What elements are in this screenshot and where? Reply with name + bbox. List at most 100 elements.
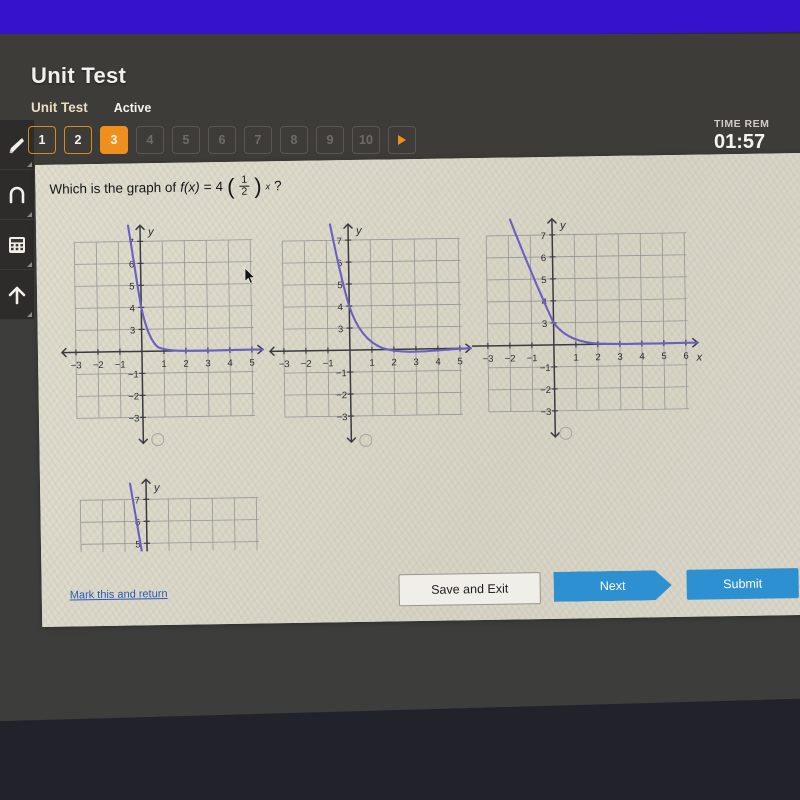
graph-b-svg: −3 −2 −1 123 45 765 43 −1−2−3 y bbox=[268, 223, 473, 444]
graph-b-y-label: y bbox=[355, 225, 363, 237]
time-remaining-value: 01:57 bbox=[714, 131, 766, 153]
svg-text:2: 2 bbox=[183, 359, 188, 370]
assignment-subheader: Unit Test Active bbox=[31, 100, 151, 115]
svg-text:3: 3 bbox=[542, 319, 547, 330]
question-coefficient: 4 bbox=[215, 179, 224, 195]
calculator-tool-button[interactable] bbox=[0, 220, 34, 270]
mouse-cursor bbox=[244, 267, 256, 284]
graph-a-curve bbox=[126, 224, 264, 352]
graph-c-grid bbox=[485, 232, 689, 413]
svg-text:7: 7 bbox=[337, 236, 342, 247]
undo-tool-button[interactable] bbox=[0, 170, 34, 220]
svg-text:−1: −1 bbox=[527, 353, 538, 364]
svg-text:−1: −1 bbox=[115, 360, 126, 371]
svg-text:3: 3 bbox=[130, 325, 135, 336]
scroll-top-button[interactable] bbox=[0, 270, 34, 320]
answer-graph-c[interactable]: −3 −2 −1 123 456 765 43 −1 −2 −3 y x bbox=[468, 203, 707, 457]
svg-text:4: 4 bbox=[435, 357, 440, 368]
svg-text:1: 1 bbox=[369, 358, 374, 369]
svg-text:2: 2 bbox=[391, 357, 396, 368]
graph-d-svg: 765 y bbox=[79, 478, 260, 553]
svg-text:4: 4 bbox=[639, 351, 644, 362]
question-suffix: ? bbox=[273, 178, 282, 194]
svg-text:5: 5 bbox=[249, 358, 254, 369]
question-function-name: f(x) bbox=[180, 179, 200, 195]
question-nav-item-6[interactable]: 6 bbox=[208, 126, 236, 154]
graph-a-grid bbox=[73, 239, 255, 419]
svg-text:5: 5 bbox=[661, 351, 666, 362]
question-prefix: Which is the graph of bbox=[49, 179, 177, 197]
svg-text:−2: −2 bbox=[301, 359, 312, 370]
svg-text:2: 2 bbox=[595, 352, 600, 363]
svg-text:−3: −3 bbox=[128, 413, 139, 424]
svg-text:1: 1 bbox=[573, 352, 578, 363]
question-nav-item-1[interactable]: 1 bbox=[28, 126, 56, 154]
question-panel: Which is the graph of f(x) = 4 ( 1 2 ) x… bbox=[35, 152, 800, 627]
graph-c-x-label: x bbox=[696, 352, 703, 364]
svg-text:−3: −3 bbox=[540, 407, 551, 418]
arrow-up-icon bbox=[6, 284, 28, 306]
photographed-screen: Unit Test Unit Test Active 1 2 3 4 5 6 7… bbox=[0, 0, 800, 800]
question-nav-item-10[interactable]: 10 bbox=[352, 126, 380, 154]
next-button[interactable]: Next bbox=[553, 570, 671, 602]
fraction-denominator: 2 bbox=[241, 185, 248, 198]
highlighter-icon bbox=[6, 134, 28, 156]
graph-b-grid bbox=[281, 237, 463, 418]
svg-text:−3: −3 bbox=[336, 412, 347, 423]
svg-text:−2: −2 bbox=[128, 391, 139, 402]
svg-text:3: 3 bbox=[413, 357, 418, 368]
graph-c-svg: −3 −2 −1 123 456 765 43 −1−2−3 y x bbox=[471, 217, 703, 438]
answer-graph-d[interactable]: 765 y bbox=[62, 461, 275, 553]
svg-text:6: 6 bbox=[541, 253, 546, 264]
left-paren: ( bbox=[226, 173, 235, 199]
svg-text:4: 4 bbox=[338, 302, 343, 313]
graph-d-grid bbox=[79, 497, 260, 553]
question-nav-item-2[interactable]: 2 bbox=[64, 126, 92, 154]
question-nav-item-4[interactable]: 4 bbox=[136, 126, 164, 154]
svg-text:1: 1 bbox=[161, 359, 166, 370]
answer-graph-a[interactable]: −3−2−1 123 45 765 430 −1−2−3 2 y bbox=[56, 209, 272, 462]
svg-text:4: 4 bbox=[227, 358, 232, 369]
breadcrumb: Unit Test bbox=[31, 100, 88, 115]
question-nav-item-8[interactable]: 8 bbox=[280, 126, 308, 154]
svg-text:3: 3 bbox=[338, 324, 343, 335]
graph-a-svg: −3−2−1 123 45 765 430 −1−2−3 2 y bbox=[60, 224, 265, 445]
question-text: Which is the graph of f(x) = 4 ( 1 2 ) x… bbox=[49, 173, 282, 201]
calculator-icon bbox=[6, 234, 28, 256]
answer-graph-b[interactable]: −3 −2 −1 123 45 765 43 −1 −2 −3 y bbox=[264, 208, 480, 461]
graph-d-axes bbox=[141, 478, 151, 553]
time-remaining: TIME REM 01:57 bbox=[714, 118, 800, 154]
svg-text:−3: −3 bbox=[71, 360, 82, 371]
question-equals: = bbox=[203, 179, 212, 195]
svg-text:−2: −2 bbox=[540, 385, 551, 396]
save-and-exit-button[interactable]: Save and Exit bbox=[398, 572, 541, 607]
undo-icon bbox=[6, 184, 28, 206]
mark-this-and-return-link[interactable]: Mark this and return bbox=[70, 588, 168, 602]
svg-text:7: 7 bbox=[540, 231, 545, 242]
question-nav-item-9[interactable]: 9 bbox=[316, 126, 344, 154]
question-nav-item-7[interactable]: 7 bbox=[244, 126, 272, 154]
play-arrow-icon bbox=[398, 135, 406, 145]
question-nav-item-3[interactable]: 3 bbox=[100, 126, 128, 154]
page-title: Unit Test bbox=[31, 63, 127, 88]
svg-text:−1: −1 bbox=[540, 363, 551, 374]
svg-text:−2: −2 bbox=[336, 390, 347, 401]
answer-radio-a[interactable] bbox=[151, 433, 165, 447]
svg-text:4: 4 bbox=[130, 303, 135, 314]
screen-bezel-bottom bbox=[0, 697, 800, 800]
svg-text:5: 5 bbox=[541, 275, 546, 286]
status-badge: Active bbox=[113, 101, 152, 115]
question-nav-next-button[interactable] bbox=[388, 126, 416, 154]
submit-button[interactable]: Submit bbox=[686, 568, 799, 600]
svg-text:−2: −2 bbox=[93, 360, 104, 371]
question-fraction: 1 2 bbox=[239, 174, 250, 198]
question-nav-item-5[interactable]: 5 bbox=[172, 126, 200, 154]
time-remaining-label: TIME REM bbox=[714, 118, 770, 130]
svg-text:−2: −2 bbox=[505, 353, 516, 364]
svg-text:−1: −1 bbox=[336, 368, 347, 379]
svg-text:−1: −1 bbox=[323, 358, 334, 369]
svg-text:5: 5 bbox=[129, 281, 134, 292]
graph-a-y-label: y bbox=[147, 226, 155, 238]
svg-text:−3: −3 bbox=[483, 354, 494, 365]
action-bar: Mark this and return Save and Exit Next … bbox=[41, 559, 800, 627]
